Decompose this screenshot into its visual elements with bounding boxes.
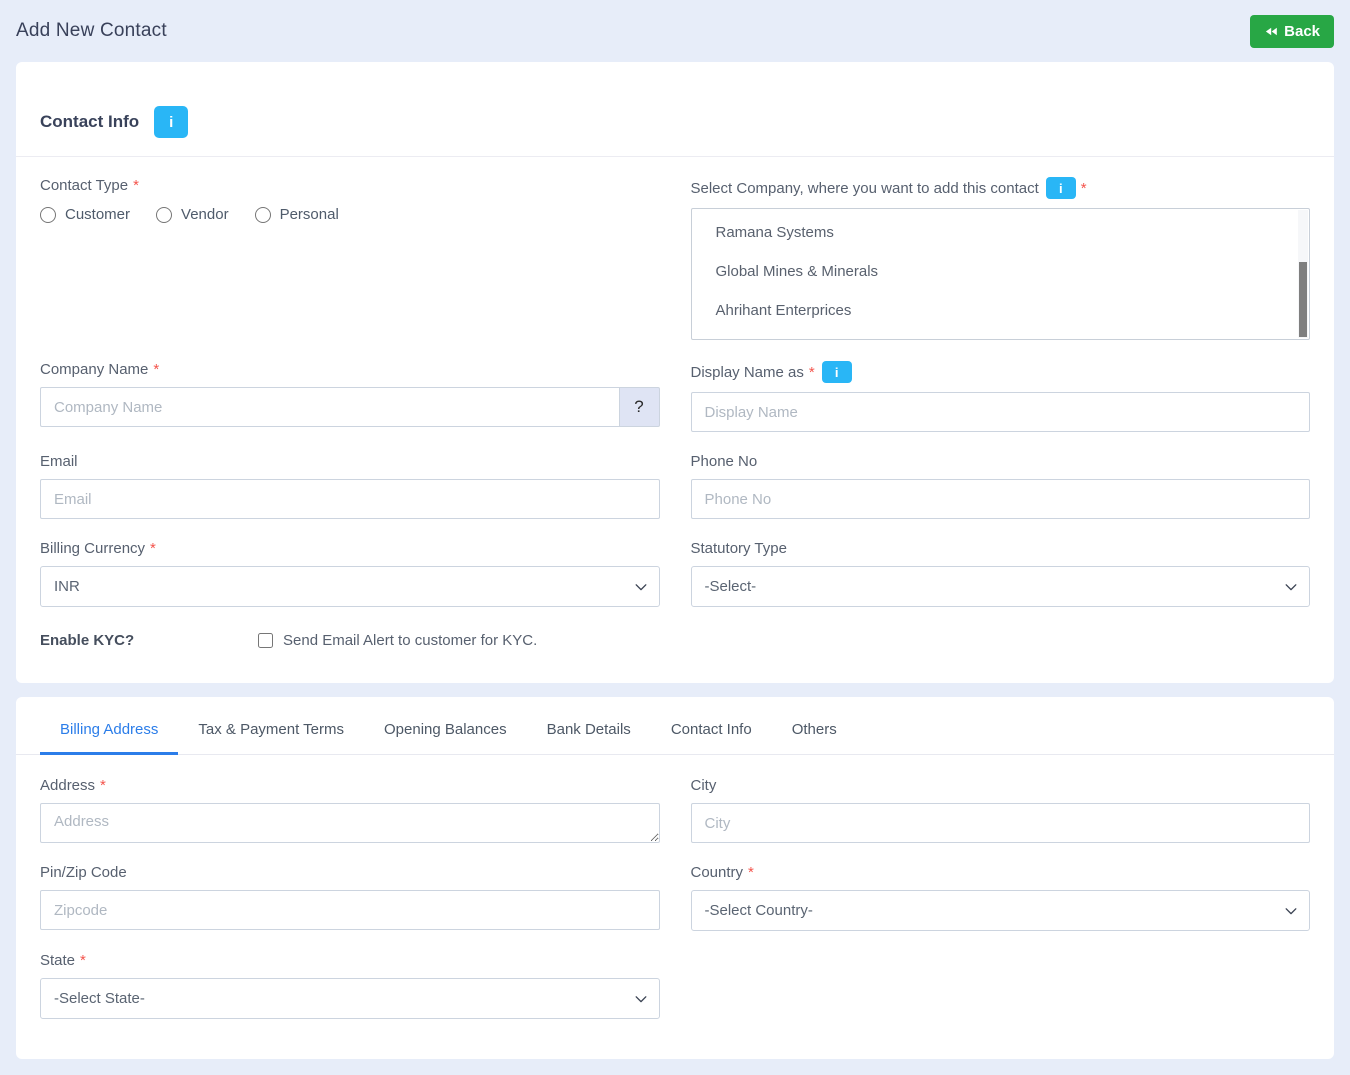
company-listbox[interactable]: Ramana Systems Global Mines & Minerals A… [690,208,1310,340]
billing-currency-field: Billing Currency * INR [40,540,660,607]
country-label: Country * [690,864,754,881]
statutory-type-select[interactable]: -Select- [690,566,1310,607]
tab-contact-info[interactable]: Contact Info [651,711,772,755]
country-field: Country * -Select Country- [690,864,1310,931]
radio-label: Customer [65,206,131,223]
kyc-checkbox[interactable] [258,633,273,648]
kyc-checkbox-label: Send Email Alert to customer for KYC. [283,632,538,649]
address-label: Address * [40,777,106,794]
enable-kyc-label: Enable KYC? [40,632,135,649]
kyc-row: Enable KYC? Send Email Alert to customer… [40,628,660,649]
radio-label: Vendor [181,206,229,223]
address-field: Address * [40,777,660,843]
back-button-label: Back [1284,22,1320,40]
page-title: Add New Contact [16,20,167,41]
required-asterisk: * [748,864,754,881]
company-name-field: Company Name * ? [40,361,660,432]
select-company-label: Select Company, where you want to add th… [691,177,1311,199]
address-tab-bar: Billing Address Tax & Payment Terms Open… [16,697,1334,755]
country-select[interactable]: -Select Country- [690,890,1310,931]
state-field: State * -Select State- [40,952,660,1019]
statutory-type-label: Statutory Type [690,540,787,557]
rewind-icon [1264,24,1279,39]
statutory-type-field: Statutory Type -Select- [690,540,1310,607]
zip-label: Pin/Zip Code [40,864,127,881]
select-company-field: Select Company, where you want to add th… [690,177,1311,340]
city-field: City [690,777,1310,843]
listbox-option[interactable]: Ahrihant Enterprices [692,291,1310,330]
contact-info-card: Contact Info i Contact Type * Customer V… [16,62,1334,683]
info-icon[interactable]: i [821,361,852,383]
radio-label: Personal [279,206,339,223]
company-name-help-button[interactable]: ? [618,387,660,427]
scrollbar-thumb[interactable] [1299,262,1307,337]
email-input[interactable] [40,479,660,519]
required-asterisk: * [153,361,160,378]
display-name-input[interactable] [690,392,1310,432]
radio-option-vendor[interactable]: Vendor [156,206,229,223]
company-name-input[interactable] [40,387,619,427]
city-input[interactable] [690,803,1310,843]
info-icon[interactable]: i [154,106,189,138]
required-asterisk: * [133,177,139,194]
zip-field: Pin/Zip Code [40,864,660,931]
info-icon[interactable]: i [1045,177,1076,199]
back-button[interactable]: Back [1250,14,1334,48]
required-asterisk: * [1080,179,1087,197]
required-asterisk: * [150,540,156,557]
billing-currency-label: Billing Currency * [40,540,156,557]
phone-field: Phone No [690,453,1310,519]
address-card: Billing Address Tax & Payment Terms Open… [16,697,1334,1059]
listbox-option[interactable]: Global Mines & Minerals [692,252,1310,291]
section-title: Contact Info [40,112,140,131]
display-name-field: Display Name as * i [690,361,1311,432]
radio-option-customer[interactable]: Customer [40,206,130,223]
tab-tax-payment-terms[interactable]: Tax & Payment Terms [178,711,364,755]
customer-radio[interactable] [40,206,56,223]
contact-type-label: Contact Type * [40,177,139,194]
personal-radio[interactable] [254,206,271,223]
address-textarea[interactable] [40,803,660,843]
company-name-label: Company Name * [40,361,160,378]
required-asterisk: * [100,777,106,794]
tab-others[interactable]: Others [772,711,857,755]
top-bar: Add New Contact Back [0,0,1350,62]
billing-currency-select[interactable]: INR [40,566,660,607]
city-label: City [690,777,717,794]
vendor-radio[interactable] [156,206,173,223]
required-asterisk: * [80,952,86,969]
email-label: Email [40,453,78,470]
contact-type-field: Contact Type * Customer Vendor Personal [40,177,660,340]
state-select[interactable]: -Select State- [40,978,660,1019]
zipcode-input[interactable] [40,890,660,930]
phone-input[interactable] [690,479,1310,519]
display-name-label: Display Name as * i [691,361,1311,383]
radio-option-personal[interactable]: Personal [254,206,339,223]
listbox-option[interactable]: Ramana Systems [692,209,1310,252]
tab-opening-balances[interactable]: Opening Balances [364,711,527,755]
state-label: State * [40,952,86,969]
tab-bank-details[interactable]: Bank Details [527,711,651,755]
kyc-email-alert-option[interactable]: Send Email Alert to customer for KYC. [258,632,537,649]
phone-label: Phone No [690,453,758,470]
required-asterisk: * [808,363,815,381]
listbox-scrollbar[interactable] [1298,210,1308,338]
email-field: Email [40,453,660,519]
tab-billing-address[interactable]: Billing Address [40,711,179,755]
contact-type-radio-group: Customer Vendor Personal [40,203,660,223]
contact-info-section-head: Contact Info i [16,62,1334,157]
